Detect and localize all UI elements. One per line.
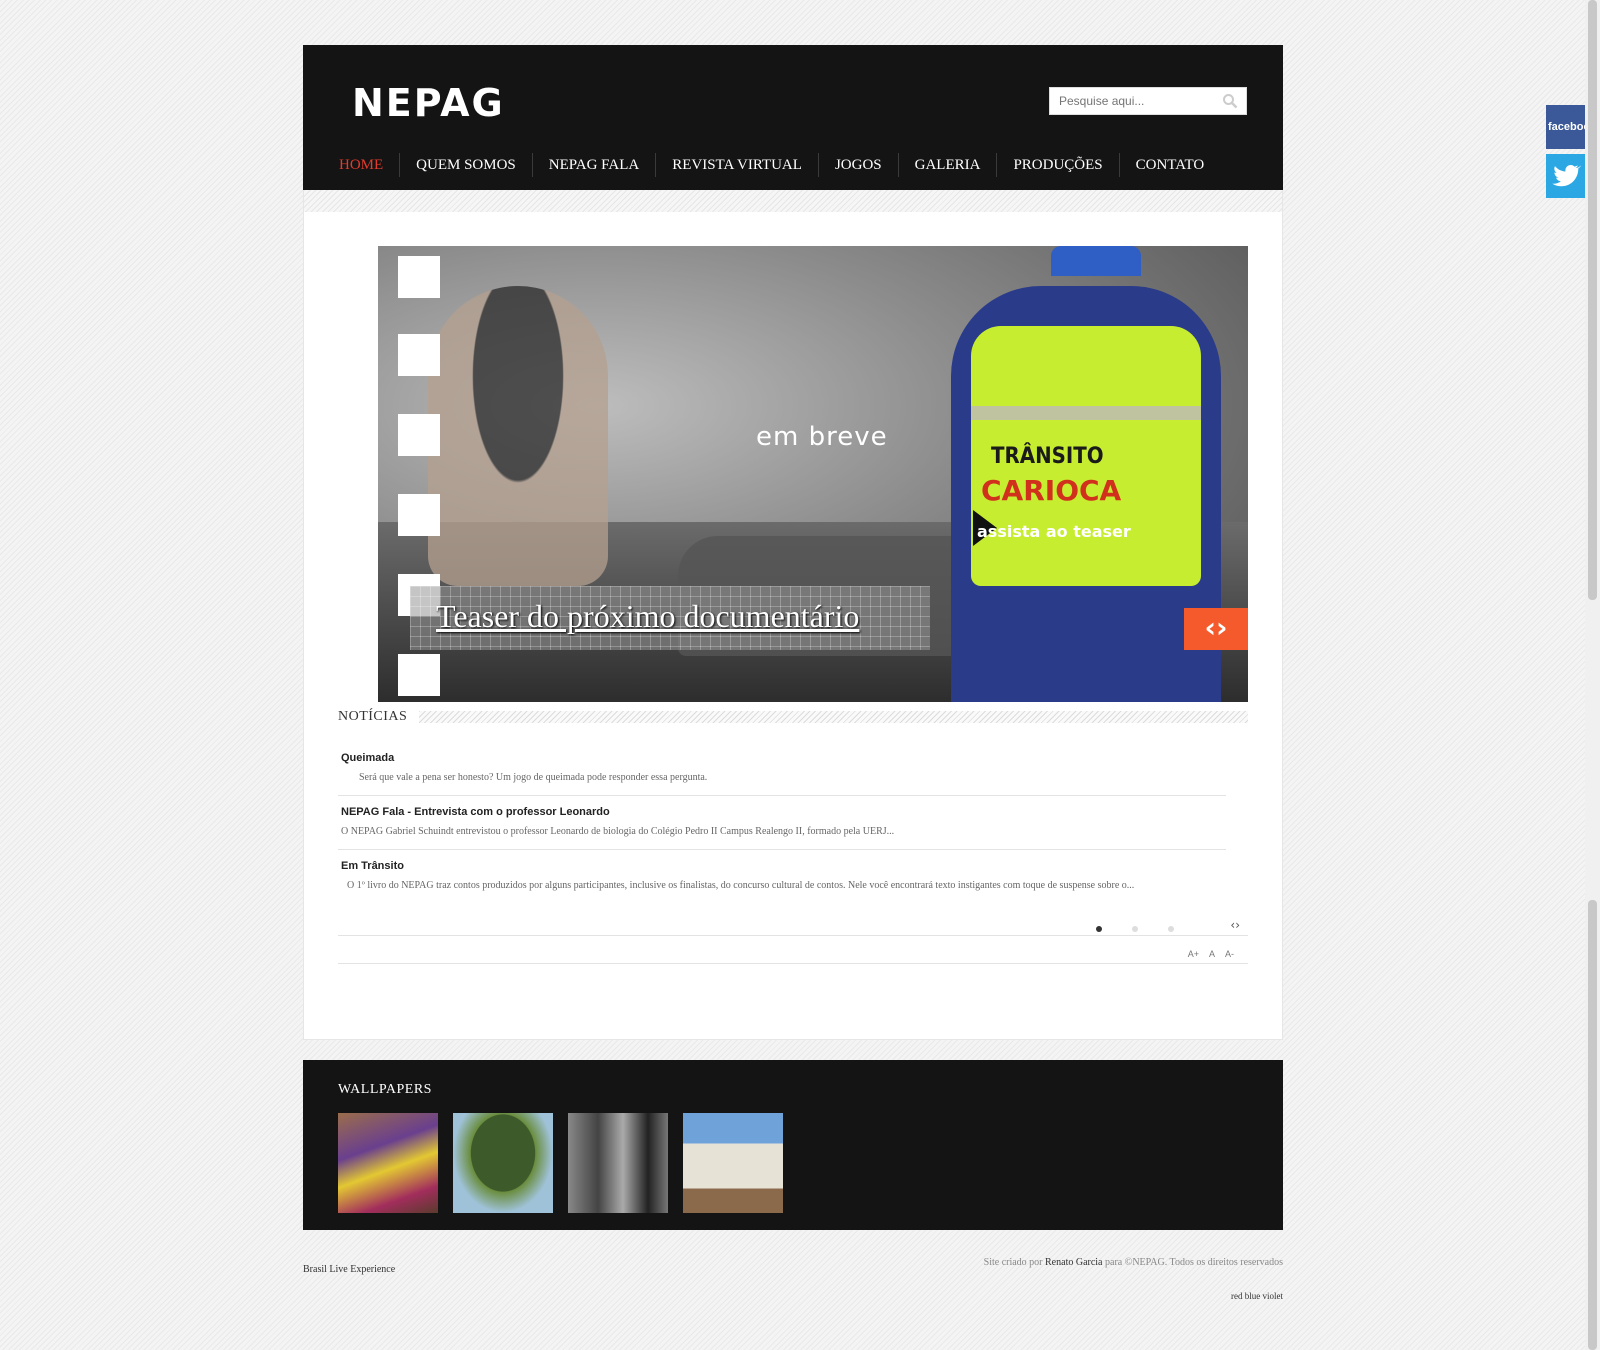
- slide-overlay-text: em breve: [756, 422, 888, 452]
- search-input[interactable]: [1050, 88, 1215, 114]
- main-content: TRÂNSITO CARIOCA assista ao teaser em br…: [303, 190, 1283, 1040]
- slide-caption-link[interactable]: Teaser do próximo documentário: [436, 598, 859, 635]
- film-perforation: [398, 494, 440, 536]
- news-section-title: NOTÍCIAS: [338, 709, 420, 725]
- decorative-stripe: [304, 190, 1282, 212]
- page-wrapper: NEPAG HOME QUEM SOMOS NEPAG FALA REVISTA…: [303, 45, 1283, 1230]
- font-size-controls: A+ A A-: [338, 940, 1248, 964]
- wallpapers-section: WALLPAPERS: [303, 1060, 1283, 1230]
- wallpaper-thumbnail[interactable]: [453, 1113, 553, 1213]
- theme-switcher[interactable]: red blue violet: [1231, 1291, 1283, 1301]
- site-header: NEPAG HOME QUEM SOMOS NEPAG FALA REVISTA…: [303, 45, 1283, 190]
- news-excerpt: O 1º livro do NEPAG traz contos produzid…: [347, 880, 1135, 891]
- font-increase-button[interactable]: A+: [1188, 949, 1199, 959]
- film-perforation: [398, 334, 440, 376]
- film-perforation: [398, 654, 440, 696]
- news-title[interactable]: Em Trânsito: [341, 860, 1223, 872]
- nav-contato[interactable]: CONTATO: [1118, 153, 1221, 177]
- nav-revista-virtual[interactable]: REVISTA VIRTUAL: [655, 153, 818, 177]
- news-list: Queimada Será que vale a pena ser honest…: [338, 752, 1226, 913]
- slide-caption-box: Teaser do próximo documentário: [410, 586, 930, 650]
- nav-quem-somos[interactable]: QUEM SOMOS: [399, 153, 532, 177]
- site-logo[interactable]: NEPAG: [352, 81, 505, 125]
- vest-brand: CARIOCA: [981, 474, 1122, 507]
- slide-rider-image: [428, 286, 608, 586]
- font-reset-button[interactable]: A: [1209, 949, 1215, 959]
- news-excerpt: Será que vale a pena ser honesto? Um jog…: [359, 772, 708, 783]
- news-nav-arrows-icon[interactable]: ‹›: [1230, 918, 1240, 932]
- twitter-icon[interactable]: [1546, 154, 1586, 198]
- list-item[interactable]: Em Trânsito O 1º livro do NEPAG traz con…: [338, 860, 1226, 903]
- pagination-dot[interactable]: [1132, 926, 1138, 932]
- pagination-dot[interactable]: [1096, 926, 1102, 932]
- nav-nepag-fala[interactable]: NEPAG FALA: [531, 153, 655, 177]
- facebook-button[interactable]: facebook: [1546, 105, 1586, 149]
- nav-jogos[interactable]: JOGOS: [817, 153, 898, 177]
- vest-title: TRÂNSITO: [991, 444, 1104, 469]
- news-title[interactable]: NEPAG Fala - Entrevista com o professor …: [341, 806, 1223, 818]
- font-decrease-button[interactable]: A-: [1225, 949, 1234, 959]
- news-pagination: ‹›: [338, 918, 1248, 936]
- main-nav: HOME QUEM SOMOS NEPAG FALA REVISTA VIRTU…: [323, 153, 1220, 177]
- pagination-dot[interactable]: [1168, 926, 1174, 932]
- wallpaper-thumbnail[interactable]: [683, 1113, 783, 1213]
- author-link[interactable]: Renato Garcia: [1045, 1257, 1102, 1268]
- wallpaper-thumbnail[interactable]: [338, 1113, 438, 1213]
- wallpapers-gallery: [338, 1113, 783, 1213]
- social-sidebar: facebook: [1546, 105, 1586, 198]
- footer-credits: Site criado por Renato Garcia para ©NEPA…: [983, 1257, 1283, 1268]
- page-scrollbar[interactable]: [1585, 0, 1600, 1350]
- nav-galeria[interactable]: GALERIA: [897, 153, 997, 177]
- featured-slider[interactable]: TRÂNSITO CARIOCA assista ao teaser em br…: [378, 246, 1248, 702]
- list-item[interactable]: Queimada Será que vale a pena ser honest…: [338, 752, 1226, 796]
- slider-nav-arrows-icon[interactable]: ‹›: [1184, 608, 1248, 650]
- search-box: [1049, 87, 1247, 115]
- film-perforation: [398, 256, 440, 298]
- search-icon[interactable]: [1222, 93, 1238, 109]
- wallpaper-thumbnail[interactable]: [568, 1113, 668, 1213]
- film-perforation: [398, 414, 440, 456]
- nav-producoes[interactable]: PRODUÇÕES: [996, 153, 1118, 177]
- list-item[interactable]: NEPAG Fala - Entrevista com o professor …: [338, 806, 1226, 850]
- footer-brand: Brasil Live Experience: [303, 1264, 396, 1275]
- wallpapers-title: WALLPAPERS: [338, 1082, 432, 1097]
- nav-home[interactable]: HOME: [323, 153, 399, 177]
- news-excerpt: O NEPAG Gabriel Schuindt entrevistou o p…: [341, 826, 895, 837]
- news-section-header: NOTÍCIAS: [338, 708, 1248, 726]
- vest-cta: assista ao teaser: [977, 522, 1131, 541]
- news-title[interactable]: Queimada: [341, 752, 1223, 764]
